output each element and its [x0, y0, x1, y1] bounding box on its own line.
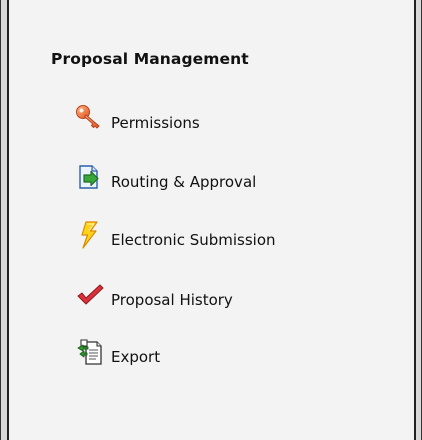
window-frame: Proposal Management Permissions Routing … [0, 0, 422, 440]
checkmark-icon [77, 284, 104, 305]
proposal-management-panel: Proposal Management Permissions Routing … [9, 0, 414, 440]
proposal-history-label: Proposal History [111, 291, 233, 309]
left-border [0, 0, 9, 440]
right-border [414, 0, 422, 440]
lightning-icon [81, 221, 98, 249]
routing-approval-label: Routing & Approval [111, 173, 257, 191]
routing-document-icon [79, 165, 99, 189]
permissions-label: Permissions [111, 114, 200, 132]
export-label: Export [111, 348, 161, 366]
panel-title: Proposal Management [51, 50, 249, 68]
export-icon [77, 339, 102, 365]
electronic-submission-label: Electronic Submission [111, 231, 276, 249]
key-icon [76, 105, 100, 129]
